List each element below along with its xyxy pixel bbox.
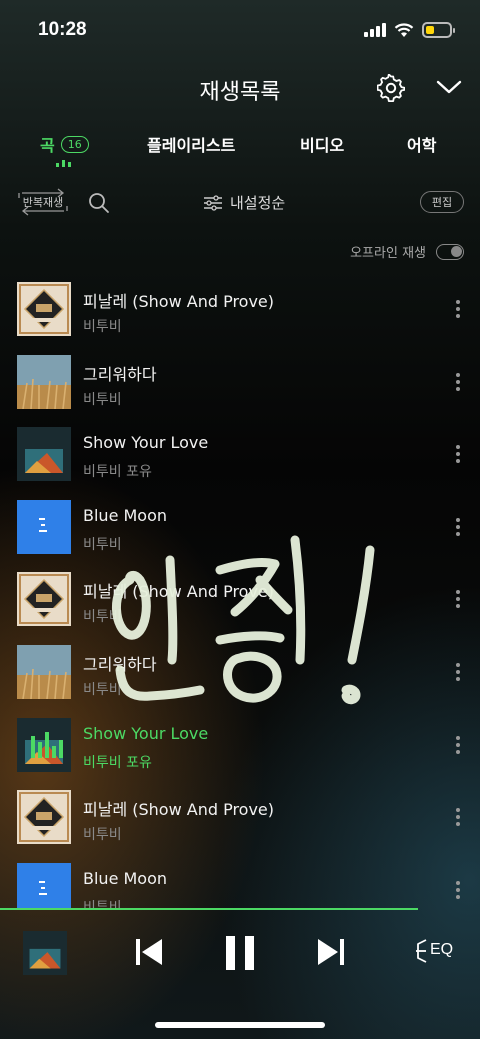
status-time: 10:28 — [38, 19, 87, 40]
now-playing-cover[interactable] — [23, 931, 67, 975]
song-title: Show Your Love — [83, 433, 209, 453]
song-artist: 비투비 — [83, 536, 122, 553]
mini-player: EQ — [0, 910, 480, 1000]
album-cover — [17, 427, 71, 482]
wifi-icon — [394, 22, 414, 37]
repeat-button[interactable]: 반복재생 — [16, 186, 70, 218]
song-artist: 비투비 — [83, 319, 122, 335]
tab-songs-count-badge: 16 — [60, 135, 89, 153]
more-options-icon[interactable] — [452, 808, 464, 830]
song-title: 피날레 (Show And Prove) — [83, 582, 275, 602]
album-cover — [17, 354, 71, 409]
song-title: Show Your Love — [83, 723, 209, 743]
album-cover — [17, 717, 71, 772]
tab-songs[interactable]: 곡 16 — [40, 132, 89, 156]
song-artist: 비투비 — [83, 682, 122, 698]
search-icon[interactable] — [88, 192, 110, 214]
song-list[interactable]: 피날레 (Show And Prove) 비투비 그리워하다 비투비 Show Your… — [0, 282, 480, 910]
offline-play-row: 오프라인 재생 — [350, 242, 464, 261]
playlist-header: 재생목록 — [0, 68, 480, 108]
status-icons — [364, 22, 455, 38]
album-cover — [17, 499, 71, 554]
song-title: 피날레 (Show And Prove) — [83, 292, 275, 311]
more-options-icon[interactable] — [452, 880, 464, 903]
tab-language[interactable]: 어학 — [407, 132, 436, 156]
tab-bar: 곡 16 플레이리스트 비디오 어학 — [0, 128, 480, 172]
sort-label: 내설정순 — [230, 194, 286, 212]
song-title: Blue Moon — [83, 505, 168, 525]
song-title: 그리워하다 — [83, 364, 157, 384]
playing-bars-icon — [31, 731, 63, 758]
offline-play-label: 오프라인 재생 — [350, 246, 426, 261]
collapse-chevron-down-icon[interactable] — [436, 78, 462, 96]
song-title: 그리워하다 — [83, 655, 157, 674]
more-options-icon[interactable] — [452, 300, 464, 322]
song-artist: 비투비 — [83, 609, 122, 626]
next-track-icon[interactable] — [316, 936, 346, 968]
page-title: 재생목록 — [199, 80, 281, 105]
song-artist: 비투비 — [83, 827, 122, 844]
album-cover — [17, 282, 71, 336]
equalizer-button[interactable]: EQ — [414, 936, 458, 966]
more-options-icon[interactable] — [452, 590, 464, 612]
song-artist: 비투비 — [83, 391, 122, 408]
home-indicator[interactable] — [155, 1022, 325, 1028]
more-options-icon[interactable] — [452, 663, 464, 685]
eq-label: EQ — [430, 941, 454, 958]
cellular-signal-icon — [364, 23, 386, 37]
previous-track-icon[interactable] — [134, 936, 164, 968]
song-artist: 비투비 포유 — [83, 464, 152, 481]
song-row[interactable]: 피날레 (Show And Prove) 비투비 — [0, 790, 480, 846]
song-row-now-playing[interactable]: Show Your Love 비투비 포유 — [0, 717, 480, 774]
battery-icon — [422, 22, 455, 38]
album-cover — [17, 790, 71, 845]
more-options-icon[interactable] — [452, 445, 464, 467]
tab-playlists[interactable]: 플레이리스트 — [147, 132, 235, 156]
song-row[interactable]: 피날레 (Show And Prove) 비투비 — [0, 282, 480, 338]
song-row[interactable]: Blue Moon 비투비 — [0, 499, 480, 556]
song-row[interactable]: 그리워하다비투비 — [0, 645, 480, 701]
song-artist: 비투비 포유 — [83, 754, 152, 771]
album-cover — [17, 645, 71, 699]
list-toolbar: 반복재생 내설정순 편집 — [0, 186, 480, 220]
song-title: Blue Moon — [83, 868, 168, 888]
song-row[interactable]: 그리워하다비투비 — [0, 354, 480, 411]
album-cover — [17, 862, 71, 910]
status-bar: 10:28 — [0, 0, 480, 60]
song-row[interactable]: 피날레 (Show And Prove) 비투비 — [0, 572, 480, 628]
song-row[interactable]: Blue Moon 비투비 — [0, 862, 480, 910]
sort-button[interactable]: 내설정순 — [204, 192, 285, 213]
repeat-label: 반복재생 — [22, 196, 64, 209]
more-options-icon[interactable] — [452, 372, 464, 395]
more-options-icon[interactable] — [452, 517, 464, 540]
pause-icon[interactable] — [224, 934, 256, 972]
song-row[interactable]: Show Your Love 비투비 포유 — [0, 427, 480, 483]
tab-videos[interactable]: 비디오 — [300, 132, 344, 156]
settings-gear-icon[interactable] — [377, 74, 405, 102]
more-options-icon[interactable] — [452, 735, 464, 758]
edit-button[interactable]: 편집 — [420, 191, 464, 213]
album-cover — [17, 572, 71, 627]
now-playing-equalizer-icon — [56, 160, 71, 167]
song-title: 피날레 (Show And Prove) — [83, 800, 275, 820]
tab-songs-label: 곡 — [40, 136, 55, 155]
sort-sliders-icon — [204, 194, 222, 211]
offline-play-toggle[interactable] — [436, 243, 464, 260]
